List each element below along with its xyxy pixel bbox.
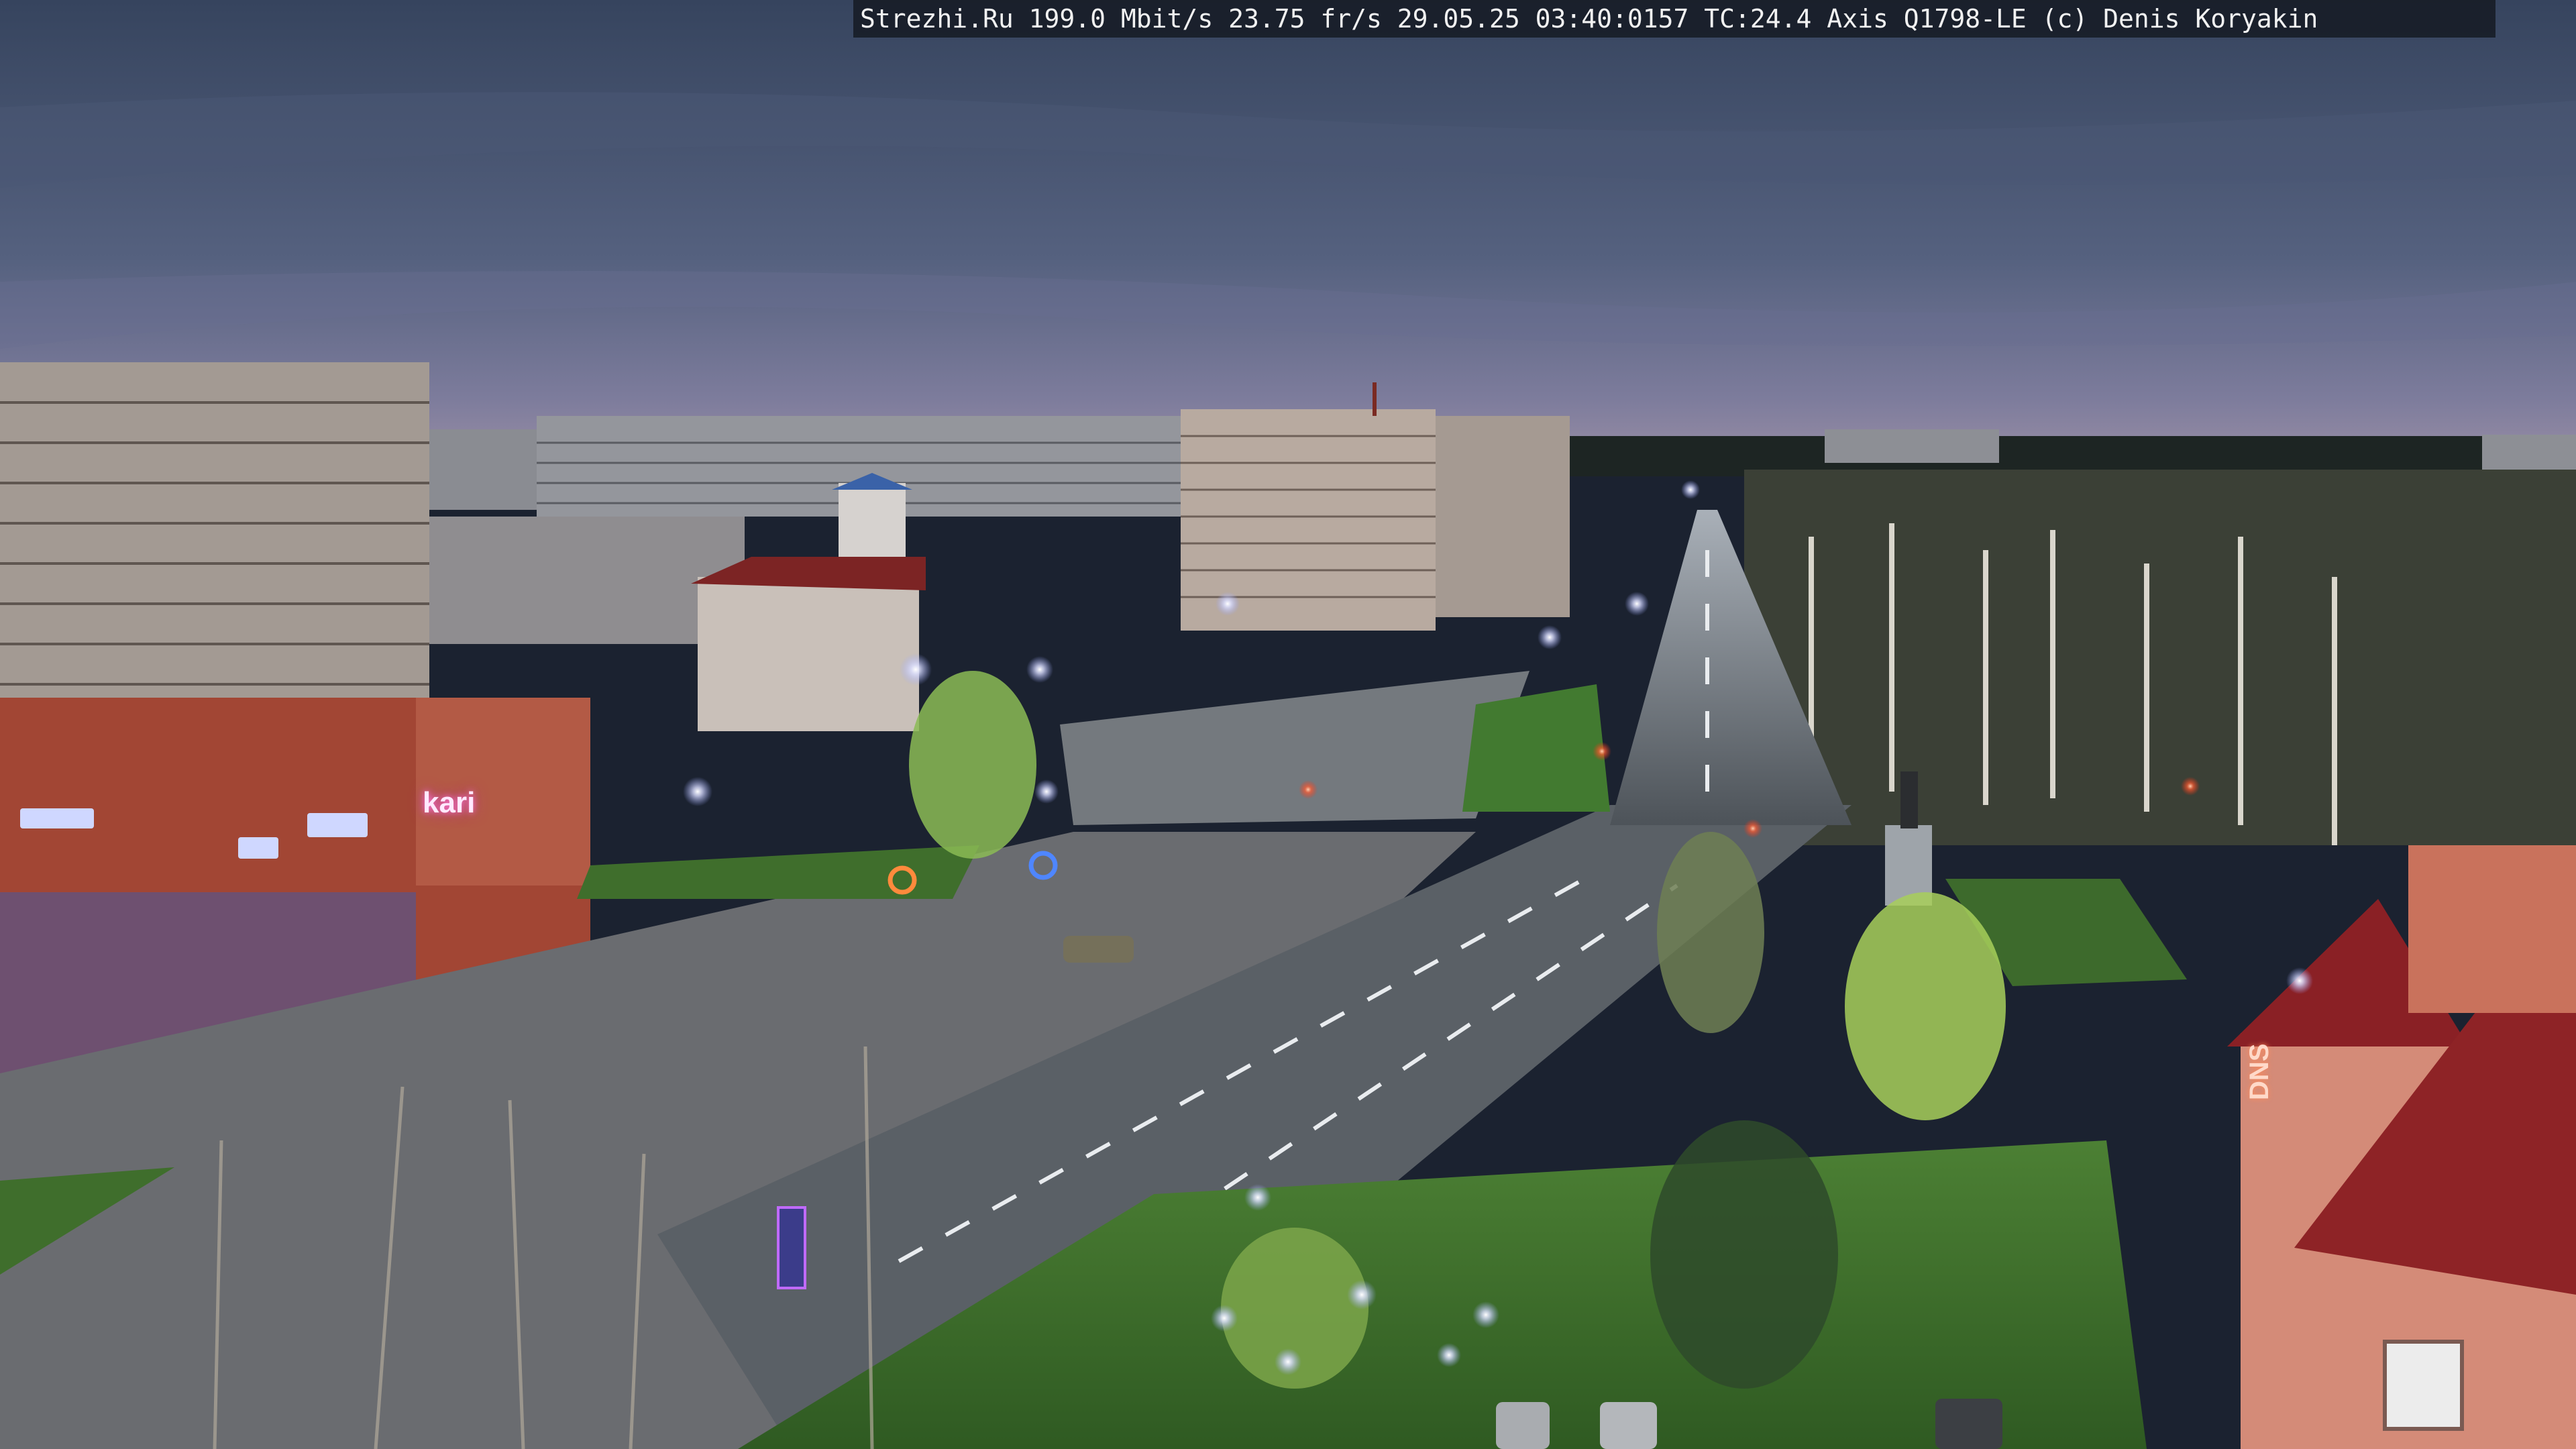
illuminated-sign-pole — [777, 1206, 806, 1289]
right-building-window — [2383, 1340, 2464, 1431]
blue-tower — [839, 483, 906, 557]
lawn-center — [1462, 684, 1610, 812]
red-roof-house — [698, 577, 919, 731]
city-street-scene — [0, 0, 2576, 1449]
birch-forest — [1744, 470, 2576, 845]
central-high-rise-side — [1436, 416, 1570, 617]
mid-left-building — [429, 517, 745, 644]
antenna — [1373, 382, 1377, 416]
store-sign-kari: kari — [423, 786, 476, 819]
store-sign-dns: DNS — [2245, 1043, 2274, 1100]
camera-info-overlay: Strezhi.Ru 199.0 Mbit/s 23.75 fr/s 29.05… — [853, 0, 2496, 38]
lawn-left — [577, 845, 979, 899]
webcam-frame: kari DNS Strezhi.Ru 199.0 Mbit/s 23.75 f… — [0, 0, 2576, 1449]
monument-statue — [1900, 771, 1918, 828]
parking-lot — [1060, 671, 1529, 825]
